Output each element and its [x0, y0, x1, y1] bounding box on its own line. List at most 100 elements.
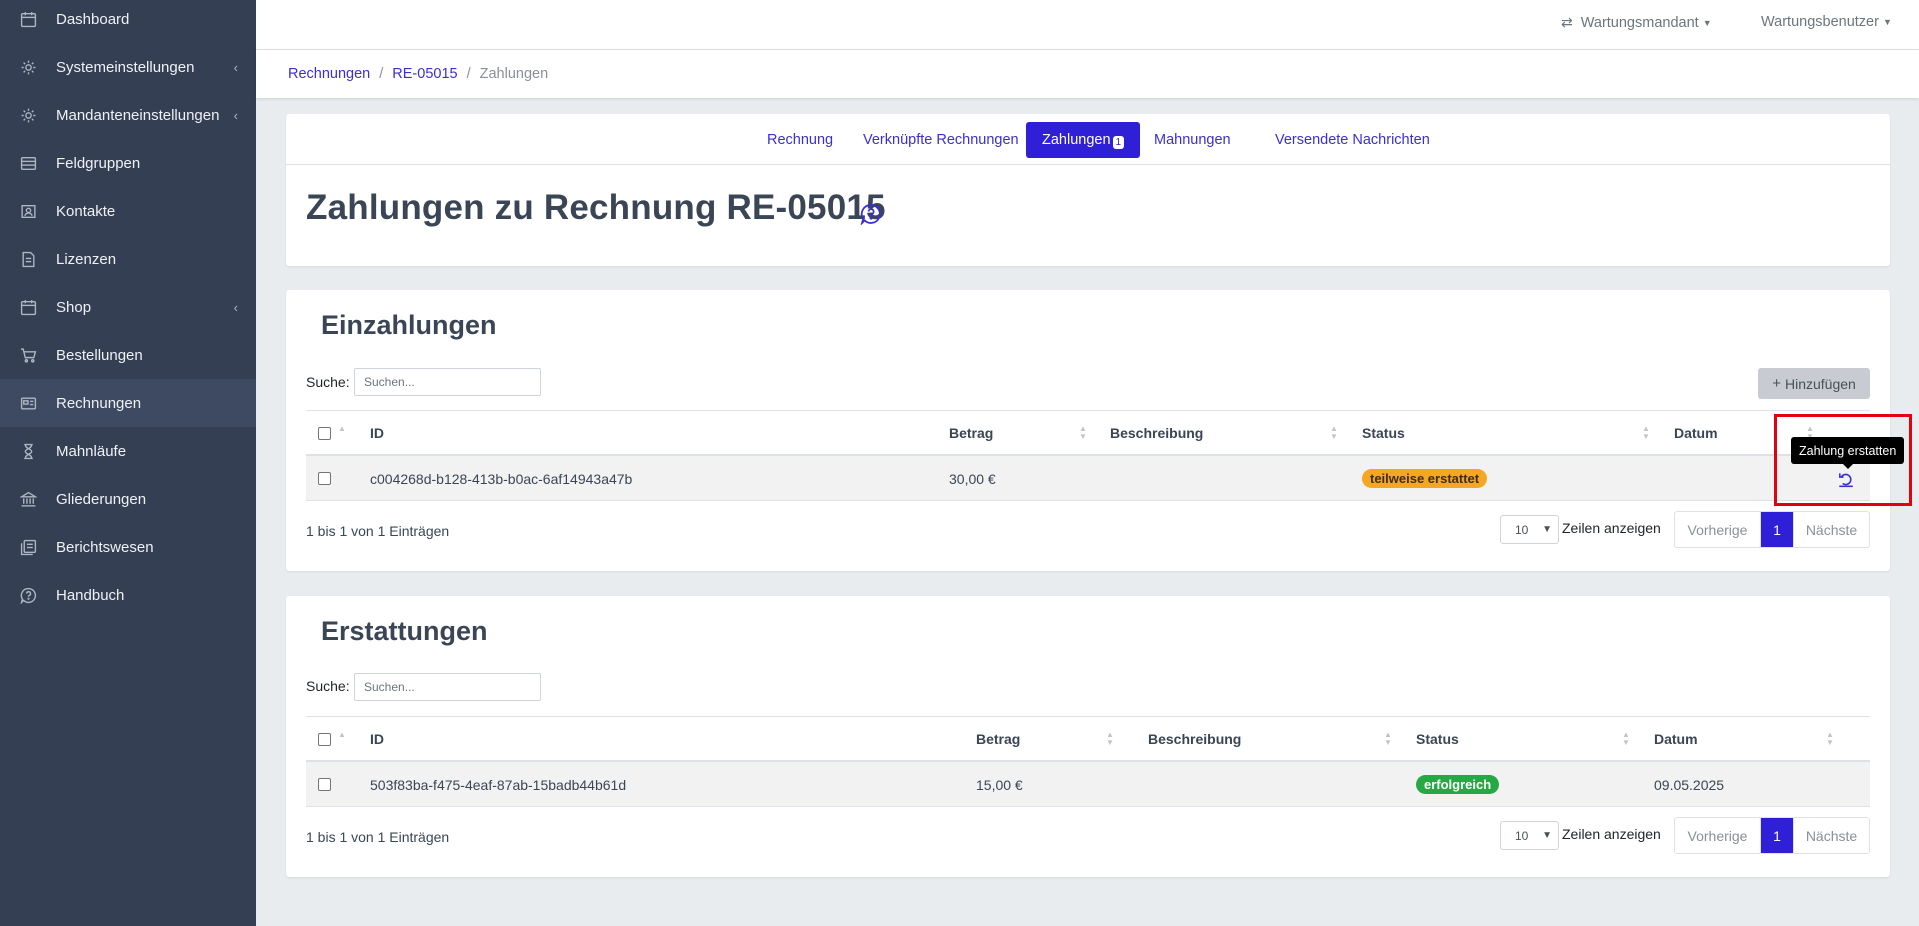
sidebar-item-rechnungen[interactable]: Rechnungen — [0, 379, 256, 427]
sort-icon[interactable]: ▲▼ — [1826, 731, 1834, 747]
caret-down-icon: ▼ — [1882, 17, 1892, 27]
tenant-dropdown[interactable]: ⇄ Wartungsmandant ▼ — [1561, 14, 1712, 31]
plus-icon: + — [1772, 375, 1781, 392]
sort-icon[interactable]: ▲▼ — [1622, 731, 1630, 747]
sidebar-item-label: Dashboard — [56, 10, 130, 28]
sidebar-item-kontakte[interactable]: Kontakte — [0, 187, 256, 235]
select-all-checkbox[interactable] — [318, 732, 331, 746]
sidebar-item-shop[interactable]: Shop ‹ — [0, 283, 256, 331]
add-button[interactable]: + Hinzufügen — [1758, 368, 1870, 399]
page-length-value: 10 — [1515, 828, 1529, 843]
search-input[interactable] — [354, 673, 541, 701]
page-length-value: 10 — [1515, 522, 1529, 537]
sidebar-item-label: Systemeinstellungen — [56, 58, 195, 76]
sidebar-item-label: Berichtswesen — [56, 538, 154, 556]
help-icon[interactable] — [860, 203, 882, 226]
sidebar-item-label: Gliederungen — [56, 490, 147, 508]
sidebar-item-label: Handbuch — [56, 586, 125, 604]
tab-mahnungen[interactable]: Mahnungen — [1138, 122, 1247, 158]
pagination-page[interactable]: 1 — [1761, 818, 1793, 853]
tab-verknuepfte-rechnungen[interactable]: Verknüpfte Rechnungen — [847, 122, 1035, 158]
sidebar-item-mahnlaeufe[interactable]: Mahnläufe — [0, 427, 256, 475]
page-length-select[interactable]: 10 ▼ — [1500, 515, 1559, 544]
document-icon — [20, 251, 37, 268]
breadcrumb: Rechnungen / RE-05015 / Zahlungen — [256, 50, 1919, 98]
pagination-previous[interactable]: Vorherige — [1675, 512, 1761, 547]
search-label: Suche: — [306, 374, 350, 390]
column-header-datum[interactable]: Datum — [1674, 411, 1718, 455]
pagination: Vorherige 1 Nächste — [1674, 511, 1870, 548]
sidebar-item-bestellungen[interactable]: Bestellungen — [0, 331, 256, 379]
column-header-status[interactable]: Status — [1416, 717, 1459, 761]
breadcrumb-separator: / — [466, 66, 471, 82]
sort-icon[interactable]: ▲▼ — [1079, 425, 1087, 441]
add-button-label: Hinzufügen — [1784, 375, 1856, 392]
invoice-icon — [20, 395, 37, 412]
sidebar-item-berichtswesen[interactable]: Berichtswesen — [0, 523, 256, 571]
tab-versendete-nachrichten[interactable]: Versendete Nachrichten — [1259, 122, 1446, 158]
sort-icon[interactable]: ▲▼ — [1642, 425, 1650, 441]
table-info: 1 bis 1 von 1 Einträgen — [306, 523, 450, 539]
row-select-cell — [318, 762, 331, 807]
calendar-icon — [20, 11, 37, 28]
table-header: ▲ ID Betrag ▲ ▼ Beschreibung ▲ ▼ Status ▲ ▼… — [306, 410, 1870, 456]
pagination-page[interactable]: 1 — [1761, 512, 1793, 547]
table-header: ▲ ID Betrag ▲ ▼ Beschreibung ▲ ▼ Status ▲ ▼… — [306, 716, 1870, 762]
user-dropdown[interactable]: Wartungsbenutzer ▼ — [1761, 14, 1892, 30]
breadcrumb-invoice[interactable]: RE-05015 — [392, 66, 457, 82]
column-header-status[interactable]: Status — [1362, 411, 1405, 455]
sort-icon[interactable]: ▲▼ — [1384, 731, 1392, 747]
pagination-next[interactable]: Nächste — [1793, 818, 1869, 853]
list-icon — [20, 155, 37, 172]
breadcrumb-separator: / — [379, 66, 384, 82]
tenant-name: Wartungsmandant — [1580, 14, 1699, 31]
sidebar-item-feldgruppen[interactable]: Feldgruppen — [0, 139, 256, 187]
column-header-betrag[interactable]: Betrag — [976, 717, 1020, 761]
pagination-next[interactable]: Nächste — [1793, 512, 1869, 547]
sort-icon[interactable]: ▲ — [338, 731, 346, 739]
chevron-left-icon: ‹ — [233, 299, 238, 315]
sidebar-item-dashboard[interactable]: Dashboard — [0, 0, 256, 43]
tab-label: Mahnungen — [1154, 132, 1231, 148]
sidebar-item-label: Kontakte — [56, 202, 116, 220]
breadcrumb-rechnungen[interactable]: Rechnungen — [288, 66, 370, 82]
calendar-icon — [20, 299, 37, 316]
column-header-beschreibung[interactable]: Beschreibung — [1110, 411, 1203, 455]
pagination-previous[interactable]: Vorherige — [1675, 818, 1761, 853]
header-card: Rechnung Verknüpfte Rechnungen Zahlungen… — [286, 114, 1890, 266]
cell-amount: 30,00 € — [949, 470, 996, 487]
row-select-cell — [318, 456, 331, 501]
page-title: Zahlungen zu Rechnung RE-05015 — [306, 188, 886, 227]
column-header-datum[interactable]: Datum — [1654, 717, 1698, 761]
row-checkbox[interactable] — [318, 472, 331, 485]
sort-icon[interactable]: ▲▼ — [1106, 731, 1114, 747]
cell-date: 09.05.2025 — [1654, 776, 1725, 793]
sidebar-item-lizenzen[interactable]: Lizenzen — [0, 235, 256, 283]
sidebar-item-label: Mahnläufe — [56, 442, 127, 460]
select-all-checkbox[interactable] — [318, 426, 331, 440]
swap-icon: ⇄ — [1561, 14, 1573, 30]
sidebar-item-gliederungen[interactable]: Gliederungen — [0, 475, 256, 523]
chevron-left-icon: ‹ — [233, 107, 238, 123]
sidebar-item-mandanteneinstellungen[interactable]: Mandanteneinstellungen ‹ — [0, 91, 256, 139]
sidebar-item-systemeinstellungen[interactable]: Systemeinstellungen ‹ — [0, 43, 256, 91]
tab-label: Zahlungen — [1042, 132, 1111, 148]
sidebar-item-label: Lizenzen — [56, 250, 117, 268]
sort-icon[interactable]: ▲▼ — [1330, 425, 1338, 441]
sidebar: Dashboard Systemeinstellungen ‹ Mandante… — [0, 0, 256, 926]
table-info: 1 bis 1 von 1 Einträgen — [306, 829, 450, 845]
sidebar-item-handbuch[interactable]: Handbuch — [0, 571, 256, 619]
column-header-id[interactable]: ID — [370, 411, 384, 455]
search-input[interactable] — [354, 368, 541, 396]
column-header-id[interactable]: ID — [370, 717, 384, 761]
sidebar-item-label: Rechnungen — [56, 394, 142, 412]
row-checkbox[interactable] — [318, 778, 331, 791]
sort-icon[interactable]: ▲ — [338, 425, 346, 433]
tab-rechnung[interactable]: Rechnung — [751, 122, 849, 158]
pagination: Vorherige 1 Nächste — [1674, 817, 1870, 854]
page-length-select[interactable]: 10 ▼ — [1500, 821, 1559, 850]
deposits-card: Einzahlungen Suche: + Hinzufügen ▲ ID Be… — [286, 290, 1890, 571]
column-header-betrag[interactable]: Betrag — [949, 411, 993, 455]
column-header-beschreibung[interactable]: Beschreibung — [1148, 717, 1241, 761]
tab-zahlungen[interactable]: Zahlungen 1 — [1026, 122, 1141, 158]
